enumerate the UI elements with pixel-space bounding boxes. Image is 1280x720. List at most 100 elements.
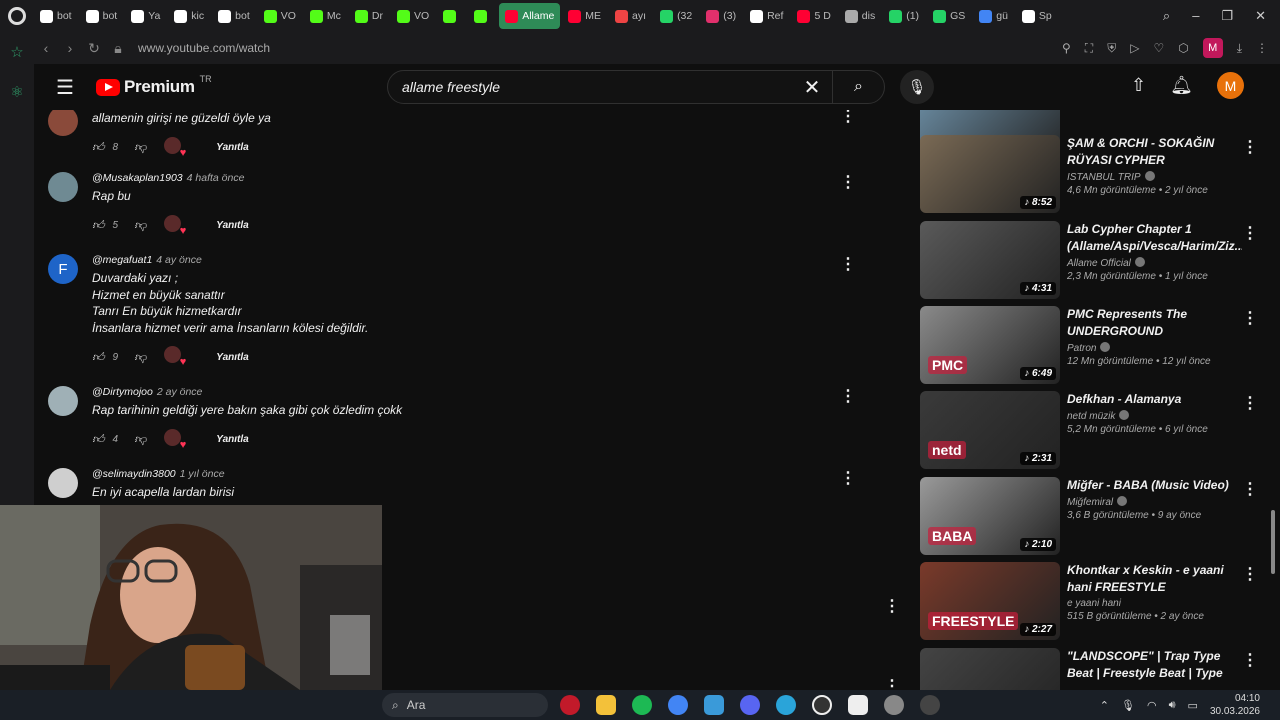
clock[interactable]: 04:10 30.03.2026 [1210,692,1260,718]
browser-tab[interactable]: dis [839,3,881,29]
video-title[interactable]: Defkhan - Alamanya [1067,391,1242,408]
play-icon[interactable]: ▷ [1130,41,1139,55]
browser-tab[interactable]: 5 D [791,3,836,29]
file-explorer-icon[interactable] [596,695,616,715]
video-more-icon[interactable]: ⋮ [1242,479,1258,499]
url-field[interactable]: www.youtube.com/watch [138,41,270,55]
recommended-video[interactable]: netd ♪ 2:31 Defkhan - Alamanya netd müzik 5,… [920,391,1268,471]
video-more-icon[interactable]: ⋮ [1242,308,1258,328]
video-title[interactable]: Khontkar x Keskin - e yaani hani FREESTY… [1067,562,1242,596]
download-icon[interactable]: ⤓ [1237,41,1242,56]
reply-button[interactable]: Yanıtla [216,142,248,153]
capcut-icon[interactable] [848,695,868,715]
video-title[interactable]: Miğfer - BABA (Music Video) [1067,477,1242,494]
shield-icon[interactable]: ⛨ [1107,41,1116,56]
microphone-tray-icon[interactable]: 🎙︎ [1121,699,1135,712]
obs-icon[interactable] [920,695,940,715]
video-more-icon[interactable]: ⋮ [1242,223,1258,243]
browser-tab[interactable]: kic [168,3,210,29]
settings-icon[interactable] [884,695,904,715]
comment-more-icon[interactable]: ⋮ [840,110,856,126]
volume-icon[interactable]: 🔊︎ [1169,699,1176,712]
dislike-icon[interactable]: 👎︎ [134,140,146,155]
battery-icon[interactable]: ▭ [1188,699,1198,712]
channel-name[interactable]: Allame Official [1067,258,1131,269]
video-thumbnail[interactable]: netd ♪ 2:31 [920,391,1060,469]
browser-tab[interactable]: bot [212,3,256,29]
comment-author[interactable]: @Dirtymojoo [92,386,153,398]
heart-icon[interactable]: ♡ [1153,41,1164,55]
minimize-icon[interactable]: – [1192,8,1199,24]
comment-more-icon[interactable]: ⋮ [840,254,856,274]
video-more-icon[interactable]: ⋮ [1242,650,1258,670]
mic-icon[interactable]: 🎙︎ [900,70,934,104]
comment-author[interactable]: @Musakaplan1903 [92,172,183,184]
recommended-video[interactable]: ♪ 8:52 ŞAM & ORCHI - SOKAĞIN RÜYASI CYPHE… [920,135,1268,215]
browser-tab[interactable]: Allame [499,3,561,29]
video-thumbnail[interactable]: BABA ♪ 2:10 [920,477,1060,555]
like-icon[interactable]: 👍︎ [92,140,105,155]
comment-more-icon[interactable]: ⋮ [840,386,856,406]
browser-tab[interactable]: GS [927,3,971,29]
commenter-avatar[interactable] [48,468,78,498]
commenter-avatar[interactable] [48,172,78,202]
restore-icon[interactable]: ❐ [1221,8,1233,24]
commenter-avatar[interactable] [48,386,78,416]
video-more-icon[interactable]: ⋮ [1242,137,1258,157]
spotify-icon[interactable] [632,695,652,715]
recommended-video[interactable]: ♪ 4:31 Lab Cypher Chapter 1 (Allame/Aspi/… [920,221,1268,301]
browser-tab[interactable]: Sp [1016,3,1058,29]
like-icon[interactable]: 👍︎ [92,350,105,365]
taskbar-search[interactable]: ⌕ Ara [382,693,548,717]
star-icon[interactable]: ☆ [0,32,34,72]
channel-name[interactable]: netd müzik [1067,411,1115,422]
video-title[interactable]: ŞAM & ORCHI - SOKAĞIN RÜYASI CYPHER [1067,135,1242,169]
pin-icon[interactable]: ⚲ [1062,41,1071,55]
comment-time[interactable]: 1 yıl önce [180,468,225,480]
close-window-icon[interactable]: ✕ [1255,8,1266,24]
recommended-video[interactable]: PMC ♪ 6:49 PMC Represents The UNDERGROUND P… [920,306,1268,386]
comment-time[interactable]: 2 ay önce [157,386,203,398]
opera-logo-icon[interactable] [0,0,34,32]
youtube-premium-logo[interactable]: Premium TR [96,74,212,97]
opera-icon[interactable] [560,695,580,715]
channel-name[interactable]: Miğfemiral [1067,497,1113,508]
page-scrollbar[interactable] [1270,110,1276,690]
browser-tab[interactable]: bot [34,3,78,29]
comment-author[interactable]: @megafuat1 [92,254,152,266]
browser-tab[interactable]: (1) [883,3,925,29]
dislike-icon[interactable]: 👎︎ [134,218,146,233]
video-title[interactable]: Lab Cypher Chapter 1 (Allame/Aspi/Vesca/… [1067,221,1242,255]
browser-tab[interactable]: gü [973,3,1014,29]
app-icon[interactable] [704,695,724,715]
hamburger-menu-icon[interactable]: ☰ [34,75,96,100]
discord-icon[interactable] [740,695,760,715]
search-input[interactable]: allame freestyle [388,79,792,95]
recommended-video[interactable]: "LANDSCOPE" | Trap Type Beat | Freestyle… [920,648,1268,690]
video-title[interactable]: "LANDSCOPE" | Trap Type Beat | Freestyle… [1067,648,1242,682]
video-thumbnail[interactable]: FREESTYLE ♪ 2:27 [920,562,1060,640]
browser-tab[interactable] [437,3,466,29]
browser-tab[interactable] [468,3,497,29]
video-thumbnail[interactable]: ♪ 4:31 [920,221,1060,299]
browser-tab[interactable]: ayı [609,3,652,29]
comment-time[interactable]: 4 hafta önce [187,172,245,184]
search-button[interactable]: ⌕ [832,71,884,103]
video-more-icon[interactable]: ⋮ [1242,564,1258,584]
browser-tab[interactable]: (32 [654,3,698,29]
reply-button[interactable]: Yanıtla [216,220,248,231]
commenter-avatar[interactable]: F [48,254,78,284]
video-title[interactable]: PMC Represents The UNDERGROUND [1067,306,1242,340]
video-thumbnail[interactable]: PMC ♪ 6:49 [920,306,1060,384]
account-avatar[interactable]: M [1217,72,1244,99]
browser-tab[interactable]: (3) [700,3,742,29]
media-player-icon[interactable] [812,695,832,715]
chrome-icon[interactable] [668,695,688,715]
browser-tab[interactable]: Dr [349,3,389,29]
edge-icon[interactable] [776,695,796,715]
browser-tab[interactable]: Mc [304,3,347,29]
clear-search-icon[interactable]: ✕ [792,75,832,100]
chevron-up-icon[interactable]: ⌃ [1100,699,1109,712]
like-icon[interactable]: 👍︎ [92,432,105,447]
comment-more-icon[interactable]: ⋮ [884,676,900,690]
